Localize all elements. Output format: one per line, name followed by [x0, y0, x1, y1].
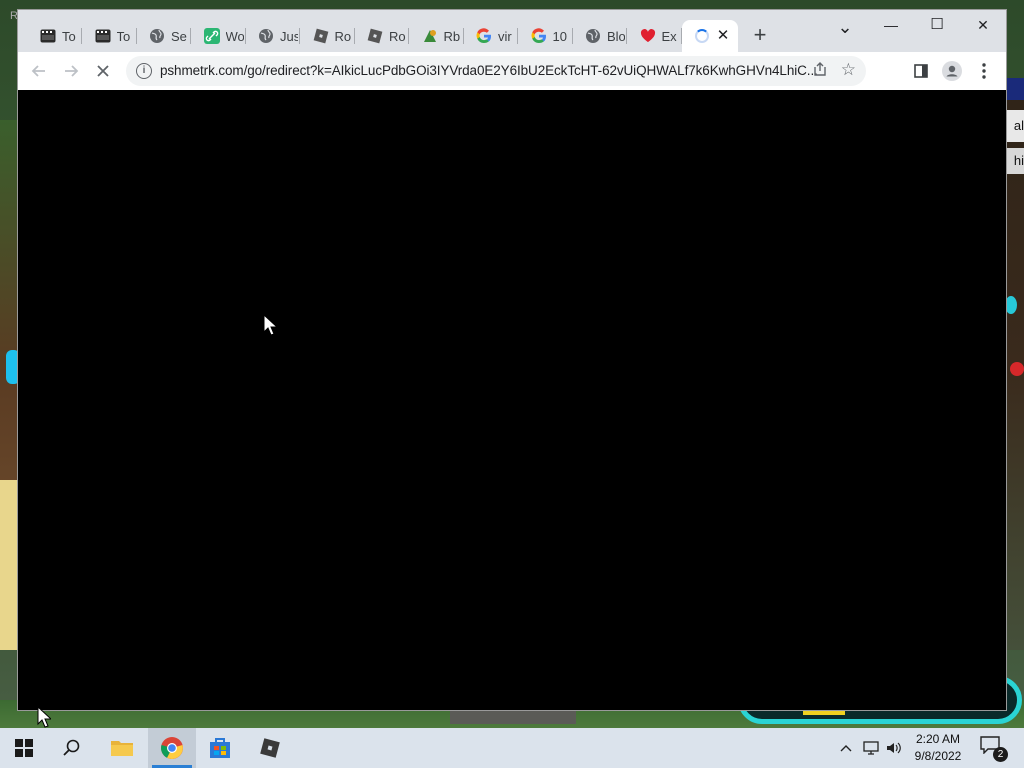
browser-window: To To Se Wo Jus Ro Ro Rb vir 10 Blo Ex ✕ + ⌄ — ☐ ✕ … — [18, 10, 1006, 710]
tab-title: Blo — [607, 28, 625, 44]
tab-1[interactable]: To — [28, 20, 82, 52]
close-tab-icon[interactable]: ✕ — [714, 27, 732, 45]
tab-strip: To To Se Wo Jus Ro Ro Rb vir 10 Blo Ex ✕ + ⌄ — ☐ ✕ — [18, 10, 1006, 52]
windows-taskbar: 2:20 AM 9/8/2022 2 — [0, 728, 1024, 768]
tab-11[interactable]: Blo — [573, 20, 627, 52]
globe-icon — [149, 28, 165, 44]
side-panel-icon — [914, 64, 928, 78]
hud-top-right — [1006, 78, 1024, 100]
page-content-blank[interactable] — [18, 90, 1006, 710]
globe-icon — [258, 28, 274, 44]
file-explorer-button[interactable] — [98, 728, 146, 768]
tab-title: Ro — [389, 28, 406, 44]
minimize-button[interactable]: — — [868, 10, 914, 40]
chrome-taskbar-button[interactable] — [148, 728, 196, 768]
start-button[interactable] — [0, 728, 48, 768]
globe-icon — [585, 28, 601, 44]
chevron-up-icon — [840, 745, 852, 752]
corner-text: R — [10, 10, 18, 22]
tab-title: To — [62, 28, 76, 44]
folder-icon — [111, 741, 133, 756]
arrow-right-icon — [65, 65, 79, 77]
tab-6[interactable]: Ro — [301, 20, 355, 52]
network-icon — [863, 741, 879, 755]
tab-4[interactable]: Wo — [192, 20, 246, 52]
roblox-icon — [260, 738, 280, 758]
new-tab-button[interactable]: + — [746, 24, 774, 48]
loading-spinner-icon — [694, 28, 710, 44]
roblox-icon — [313, 28, 329, 44]
tab-title: 10 — [552, 28, 567, 44]
arrow-left-icon — [31, 65, 45, 77]
roblox-taskbar-button[interactable] — [246, 728, 294, 768]
google-icon — [476, 28, 492, 44]
tab-title: vir — [498, 28, 512, 44]
maximize-button[interactable]: ☐ — [914, 10, 960, 40]
link-icon — [203, 28, 220, 44]
profile-button[interactable] — [940, 59, 964, 83]
tab-7[interactable]: Ro — [355, 20, 409, 52]
show-hidden-icons-button[interactable] — [836, 728, 856, 768]
speaker-icon — [887, 742, 901, 754]
scene-tree-left — [0, 120, 20, 540]
three-dot-menu-icon — [982, 63, 986, 79]
tab-search-button[interactable]: ⌄ — [822, 12, 868, 42]
tab-title: Jus — [280, 28, 298, 44]
rbx-icon — [422, 28, 438, 44]
tab-5[interactable]: Jus — [246, 20, 300, 52]
store-taskbar-button[interactable] — [196, 728, 244, 768]
roblox-icon — [367, 28, 383, 44]
tab-12[interactable]: Ex — [628, 20, 682, 52]
stop-loading-button[interactable] — [91, 59, 115, 83]
hud-label-1: al — [1006, 110, 1024, 142]
tab-title: Wo — [225, 28, 244, 44]
url-text[interactable]: pshmetrk.com/go/redirect?k=AIkicLucPdbGO… — [160, 63, 828, 78]
tab-title: Ex — [661, 28, 677, 44]
menu-button[interactable] — [972, 59, 996, 83]
profile-avatar-icon — [942, 61, 962, 81]
film-icon — [40, 28, 56, 44]
notification-count-badge: 2 — [993, 747, 1008, 762]
tab-title: Ro — [334, 28, 352, 44]
tab-9[interactable]: vir — [464, 20, 518, 52]
side-panel-button[interactable] — [909, 59, 933, 83]
windows-logo-icon — [15, 739, 33, 757]
action-center-button[interactable]: 2 — [980, 736, 1008, 762]
site-info-icon[interactable]: i — [136, 63, 152, 79]
tab-active-loading[interactable]: ✕ — [682, 20, 738, 52]
forward-button[interactable] — [59, 59, 83, 83]
tab-2[interactable]: To — [83, 20, 137, 52]
tab-title: Se — [171, 28, 187, 44]
tab-8[interactable]: Rb — [410, 20, 464, 52]
google-icon — [531, 28, 547, 44]
network-tray-button[interactable] — [860, 728, 882, 768]
tab-10[interactable]: 10 — [519, 20, 573, 52]
share-icon[interactable] — [812, 61, 828, 81]
clock-date: 9/8/2022 — [914, 749, 962, 763]
close-window-button[interactable]: ✕ — [960, 10, 1006, 40]
tab-title: To — [116, 28, 131, 44]
bookmark-star-icon[interactable]: ☆ — [841, 60, 856, 80]
search-button[interactable] — [48, 728, 96, 768]
heart-icon — [640, 28, 656, 44]
clock-time: 2:20 AM — [915, 732, 961, 746]
chrome-icon — [161, 737, 183, 759]
scene-red-object — [1010, 362, 1024, 376]
system-clock[interactable]: 2:20 AM 9/8/2022 — [906, 731, 970, 765]
volume-tray-button[interactable] — [884, 728, 904, 768]
scene-cyan-object — [1005, 296, 1017, 314]
address-bar[interactable]: i pshmetrk.com/go/redirect?k=AIkicLucPdb… — [126, 56, 866, 86]
hud-label-2: hi — [1006, 148, 1024, 174]
tab-3[interactable]: Se — [137, 20, 191, 52]
stop-x-icon — [97, 65, 109, 77]
film-icon — [95, 28, 111, 44]
back-button[interactable] — [27, 59, 51, 83]
browser-toolbar: i pshmetrk.com/go/redirect?k=AIkicLucPdb… — [18, 52, 1006, 91]
tab-title: Rb — [443, 28, 461, 44]
search-icon — [63, 739, 80, 756]
store-bag-icon — [210, 738, 230, 758]
